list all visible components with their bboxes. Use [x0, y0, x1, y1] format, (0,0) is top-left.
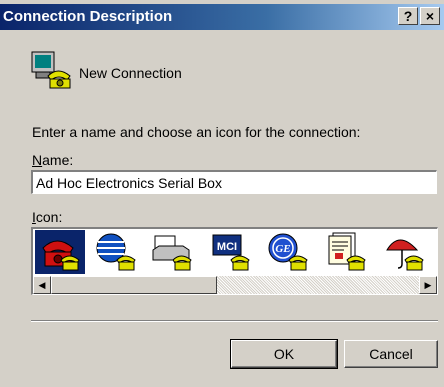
- icon-label: Icon:: [32, 209, 62, 225]
- phone-computer-icon: [31, 51, 71, 89]
- document-phone-icon[interactable]: [321, 230, 371, 274]
- name-label-rest: ame:: [42, 152, 74, 168]
- ge-phone-icon[interactable]: GE: [263, 230, 313, 274]
- mci-logo-text: MCI: [217, 241, 237, 253]
- separator: [31, 320, 438, 322]
- icon-label-rest: con:: [35, 209, 63, 225]
- name-label-accel: N: [32, 152, 43, 168]
- globe-phone-icon[interactable]: [91, 230, 141, 274]
- horizontal-scrollbar[interactable]: ◀ ▶: [33, 276, 437, 294]
- window-title: Connection Description: [3, 8, 173, 25]
- title-bar[interactable]: Connection Description ? ×: [0, 4, 444, 30]
- red-phone-icon[interactable]: [35, 230, 85, 274]
- mci-phone-icon[interactable]: MCI: [205, 230, 255, 274]
- connection-header-label: New Connection: [79, 65, 182, 81]
- close-button[interactable]: ×: [420, 7, 440, 25]
- name-input[interactable]: [31, 170, 437, 194]
- name-label: Name:: [32, 152, 73, 168]
- ok-button[interactable]: OK: [230, 339, 338, 369]
- umbrella-phone-icon[interactable]: [379, 230, 429, 274]
- icon-list[interactable]: MCI GE ◀ ▶: [31, 227, 438, 295]
- scrollbar-thumb[interactable]: [51, 276, 217, 294]
- icon-strip: MCI GE: [33, 229, 437, 275]
- fax-phone-icon[interactable]: [147, 230, 197, 274]
- cancel-button[interactable]: Cancel: [344, 340, 438, 368]
- help-button[interactable]: ?: [398, 7, 418, 25]
- ge-logo-text: GE: [275, 243, 290, 255]
- scroll-right-icon[interactable]: ▶: [419, 276, 437, 294]
- scroll-left-icon[interactable]: ◀: [33, 276, 51, 294]
- prompt-text: Enter a name and choose an icon for the …: [32, 124, 361, 140]
- connection-description-dialog: Connection Description ? × New Connectio…: [0, 0, 444, 387]
